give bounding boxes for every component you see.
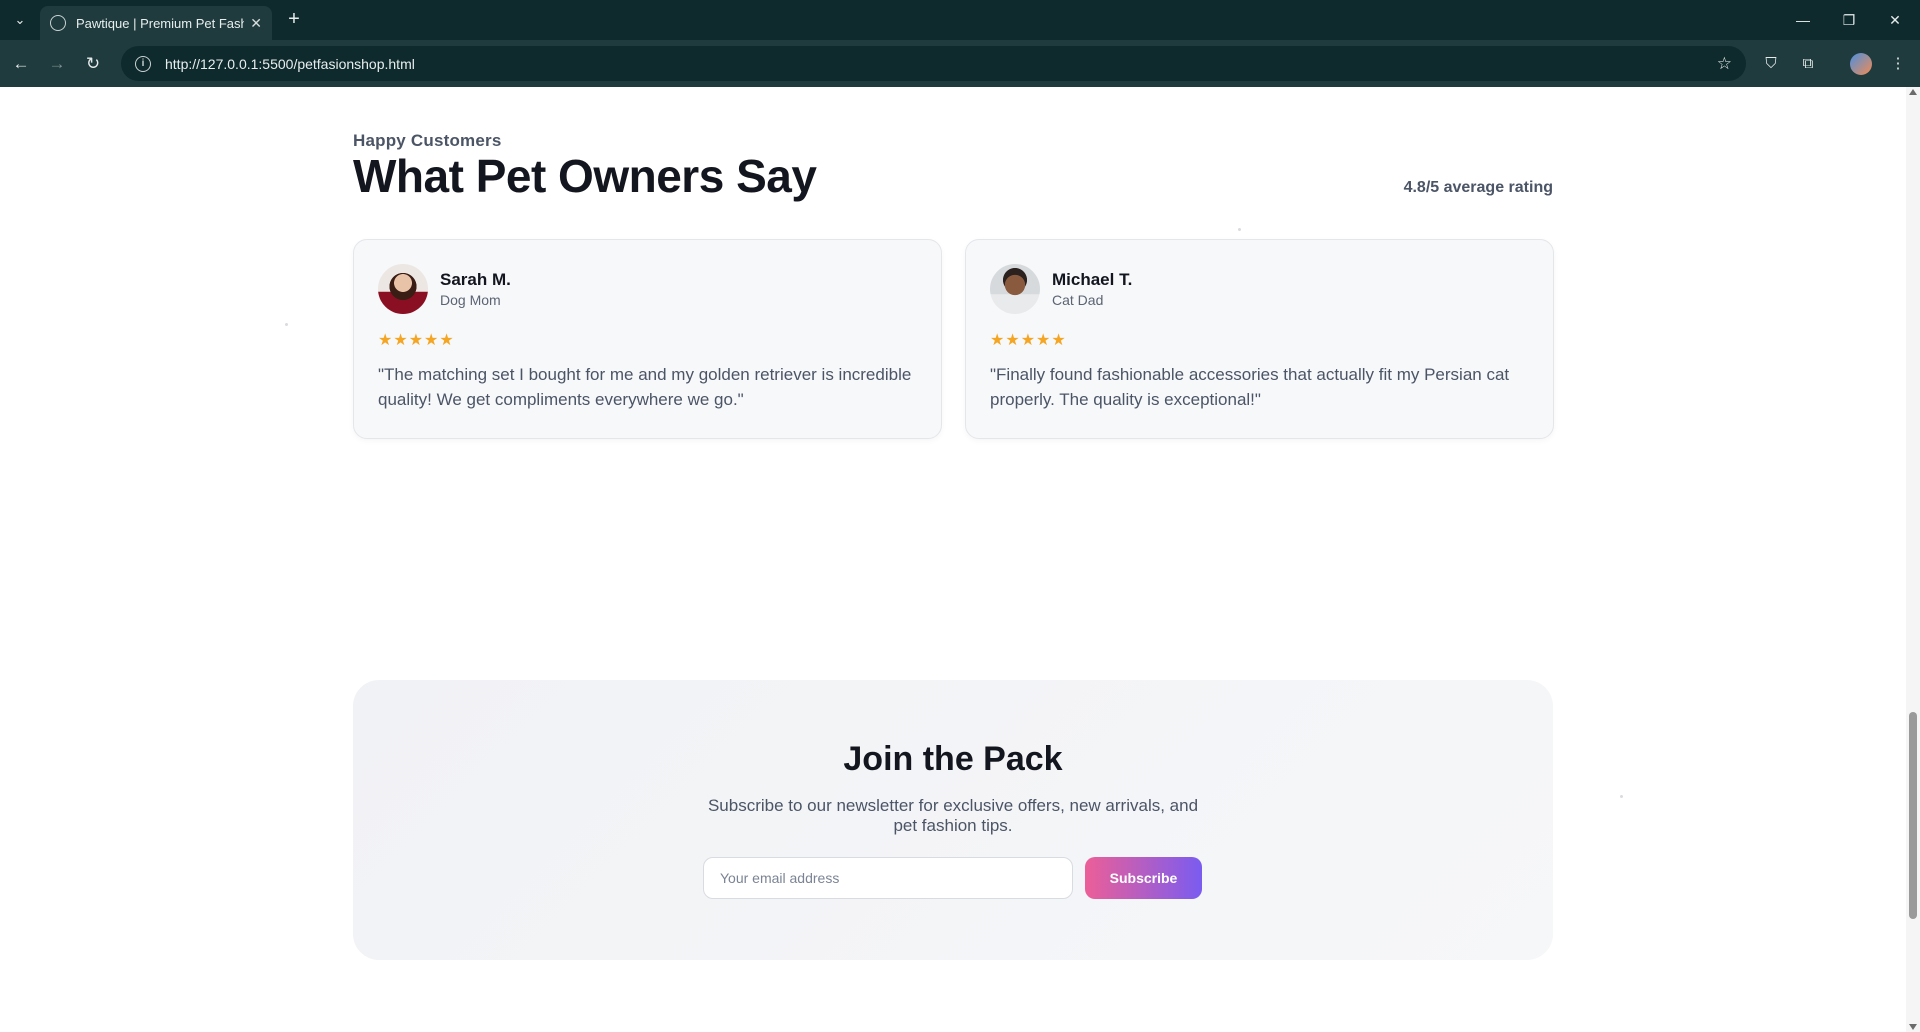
reviewer-name: Michael T. — [1052, 270, 1133, 289]
kebab-menu-icon[interactable]: ⋮ — [1887, 53, 1909, 75]
scroll-down-arrow-icon[interactable] — [1909, 1024, 1917, 1030]
decorative-dot — [1238, 228, 1241, 231]
reviewer-role: Dog Mom — [440, 292, 501, 308]
site-info-icon[interactable]: i — [135, 55, 151, 72]
globe-icon — [50, 15, 66, 31]
section-eyebrow: Happy Customers — [353, 131, 502, 150]
newsletter-description: Subscribe to our newsletter for exclusiv… — [707, 796, 1199, 835]
browser-tab[interactable]: Pawtique | Premium Pet Fashion ✕ — [40, 6, 272, 40]
browser-toolbar: ← → ↻ i http://127.0.0.1:5500/petfasions… — [0, 40, 1920, 87]
browser-tab-bar: ⌄ Pawtique | Premium Pet Fashion ✕ + — ❐… — [0, 0, 1920, 40]
page-scrollbar[interactable] — [1906, 87, 1920, 1032]
reviewer-info: Michael T. Cat Dad — [1052, 270, 1132, 308]
tab-search-chevron-down-icon[interactable]: ⌄ — [6, 8, 34, 32]
decorative-dot — [285, 323, 288, 326]
newsletter-title: Join the Pack — [843, 740, 1063, 778]
testimonial-card: Sarah M. Dog Mom ★★★★★ "The matching set… — [353, 239, 942, 439]
review-quote: "Finally found fashionable accessories t… — [990, 365, 1510, 409]
bookmark-star-icon[interactable]: ☆ — [1717, 54, 1732, 74]
address-bar[interactable]: i http://127.0.0.1:5500/petfasionshop.ht… — [121, 46, 1746, 81]
scroll-up-arrow-icon[interactable] — [1909, 89, 1917, 95]
testimonial-header: Sarah M. Dog Mom — [378, 264, 917, 314]
shield-icon[interactable]: ⛉ — [1760, 53, 1782, 75]
tab-title: Pawtique | Premium Pet Fashion — [76, 15, 245, 31]
testimonial-header: Michael T. Cat Dad — [990, 264, 1529, 314]
email-input[interactable] — [703, 857, 1073, 899]
forward-arrow-icon[interactable]: → — [44, 51, 70, 77]
reviewer-role: Cat Dad — [1052, 292, 1104, 308]
back-arrow-icon[interactable]: ← — [8, 51, 34, 77]
newsletter-section: Join the Pack Subscribe to our newslette… — [353, 680, 1553, 960]
reviewer-info: Sarah M. Dog Mom — [440, 270, 511, 308]
star-rating-icon: ★★★★★ — [990, 332, 1067, 349]
decorative-dot — [1620, 795, 1623, 798]
star-rating-icon: ★★★★★ — [378, 332, 455, 349]
avatar — [990, 264, 1040, 314]
review-quote: "The matching set I bought for me and my… — [378, 365, 912, 409]
url-text[interactable]: http://127.0.0.1:5500/petfasionshop.html — [165, 56, 1717, 72]
new-tab-plus-icon[interactable]: + — [282, 8, 306, 32]
extensions-puzzle-icon[interactable]: ⧉ — [1797, 53, 1819, 75]
minimize-icon[interactable]: — — [1788, 8, 1818, 32]
scrollbar-thumb[interactable] — [1909, 712, 1917, 919]
tab-close-icon[interactable]: ✕ — [250, 15, 262, 32]
window-close-icon[interactable]: ✕ — [1880, 8, 1910, 32]
testimonial-card: Michael T. Cat Dad ★★★★★ "Finally found … — [965, 239, 1554, 439]
reviewer-name: Sarah M. — [440, 270, 511, 289]
reload-icon[interactable]: ↻ — [80, 51, 106, 77]
average-rating: 4.8/5 average rating — [1403, 179, 1553, 196]
avatar — [378, 264, 428, 314]
subscribe-button[interactable]: Subscribe — [1085, 857, 1202, 899]
page-viewport: Happy Customers What Pet Owners Say 4.8/… — [0, 87, 1906, 1032]
profile-avatar[interactable] — [1850, 53, 1872, 75]
section-title: What Pet Owners Say — [353, 150, 817, 202]
restore-icon[interactable]: ❐ — [1834, 8, 1864, 32]
